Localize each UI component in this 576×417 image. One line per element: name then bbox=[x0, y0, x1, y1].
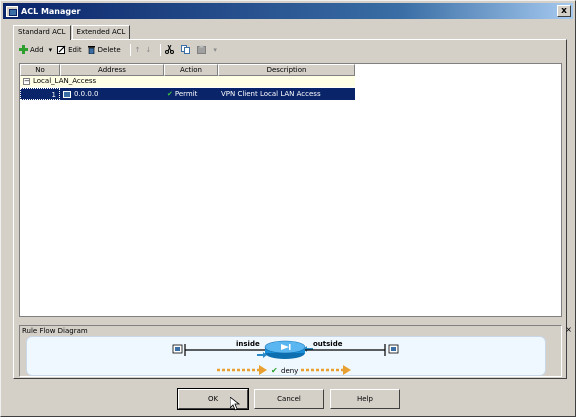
toolbar: Add ▾ Edit Delete ↑ ↓ ▾ bbox=[19, 42, 222, 57]
outside-label: outside bbox=[313, 340, 343, 348]
row-action-value: Permit bbox=[174, 90, 198, 98]
toolbar-separator bbox=[129, 43, 131, 56]
move-up-button[interactable]: ↑ bbox=[135, 43, 141, 57]
collapse-toggle[interactable]: − bbox=[23, 78, 30, 85]
copy-button[interactable] bbox=[181, 43, 192, 57]
add-label: Add bbox=[30, 45, 44, 54]
scissors-icon bbox=[165, 45, 175, 54]
rule-flow-diagram: inside outside ✔ deny bbox=[26, 336, 546, 376]
tab-extended-acl[interactable]: Extended ACL bbox=[71, 25, 131, 39]
acl-group-name: Local_LAN_Access bbox=[33, 77, 97, 85]
paste-icon bbox=[197, 45, 207, 54]
flow-arrowhead-right bbox=[343, 365, 351, 375]
deny-label: deny bbox=[281, 367, 298, 375]
row-number: 1 bbox=[20, 88, 60, 100]
rule-flow-diagram-title: Rule Flow Diagram bbox=[22, 327, 88, 335]
deny-check-icon: ✔ bbox=[271, 366, 278, 375]
help-button[interactable]: Help bbox=[330, 389, 400, 409]
column-header-no[interactable]: No bbox=[20, 64, 60, 76]
inside-interface-icon bbox=[172, 344, 183, 354]
acl-table: No Address Action Description − Local_LA… bbox=[19, 63, 562, 317]
rule-flow-graphic: inside outside ✔ deny bbox=[172, 340, 399, 375]
edit-label: Edit bbox=[68, 45, 82, 54]
window-close-button[interactable]: x bbox=[557, 5, 571, 17]
delete-label: Delete bbox=[97, 45, 121, 54]
title-bar[interactable]: ACL Manager x bbox=[3, 3, 573, 19]
table-row[interactable]: 1 0.0.0.0 ✔ Permit VPN Client Local LAN … bbox=[20, 88, 355, 100]
cut-button[interactable] bbox=[165, 43, 176, 57]
column-header-address[interactable]: Address bbox=[60, 64, 164, 76]
column-header-action[interactable]: Action bbox=[164, 64, 218, 76]
acl-tabs: Standard ACL Extended ACL bbox=[13, 25, 131, 40]
rule-flow-close-button[interactable]: × bbox=[565, 325, 572, 334]
outside-interface-icon bbox=[388, 344, 399, 354]
cancel-button[interactable]: Cancel bbox=[254, 389, 324, 409]
move-down-button[interactable]: ↓ bbox=[146, 43, 152, 57]
acl-group-row[interactable]: − Local_LAN_Access bbox=[20, 76, 355, 87]
toolbar-separator bbox=[160, 43, 162, 56]
tab-standard-acl[interactable]: Standard ACL bbox=[13, 25, 71, 40]
table-header: No Address Action Description bbox=[20, 64, 561, 76]
row-description: VPN Client Local LAN Access bbox=[221, 90, 321, 98]
delete-button[interactable]: Delete bbox=[87, 43, 121, 57]
add-button[interactable]: Add bbox=[19, 43, 44, 57]
add-dropdown-button[interactable]: ▾ bbox=[49, 43, 53, 57]
paste-dropdown-button[interactable]: ▾ bbox=[213, 43, 217, 57]
row-address-value: 0.0.0.0 bbox=[74, 90, 99, 98]
column-header-description[interactable]: Description bbox=[218, 64, 355, 76]
app-icon bbox=[6, 5, 18, 17]
copy-icon bbox=[181, 45, 191, 54]
edit-icon bbox=[57, 45, 66, 54]
row-action: ✔ Permit bbox=[164, 88, 218, 100]
permit-check-icon: ✔ bbox=[167, 90, 173, 98]
edit-button[interactable]: Edit bbox=[57, 43, 82, 57]
window-title: ACL Manager bbox=[21, 6, 81, 16]
mouse-cursor-icon bbox=[230, 397, 240, 411]
flow-arrowhead-left bbox=[259, 365, 267, 375]
add-icon bbox=[19, 45, 28, 54]
inside-label: inside bbox=[236, 340, 260, 348]
paste-button[interactable] bbox=[197, 43, 208, 57]
rule-flow-diagram-panel: Rule Flow Diagram × inside outside ✔ den… bbox=[19, 325, 572, 377]
trash-icon bbox=[87, 46, 95, 54]
row-address: 0.0.0.0 bbox=[60, 88, 164, 100]
host-icon bbox=[63, 90, 71, 98]
acl-manager-window: ACL Manager x Standard ACL Extended ACL … bbox=[0, 0, 576, 417]
router-icon bbox=[264, 340, 306, 359]
